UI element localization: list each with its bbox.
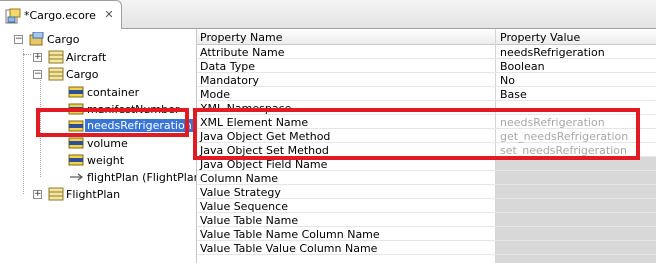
property-name: Value Table Name Column Name [200,228,380,241]
tree-item-label: Aircraft [66,51,107,64]
ecore-file-icon [5,8,21,24]
property-name: Value Sequence [200,200,288,213]
tree-item-flightplan[interactable]: + FlightPlan [33,186,193,204]
expand-icon[interactable]: + [33,190,42,199]
tab-title: *Cargo.ecore [24,9,96,22]
property-name: Value Table Value Column Name [200,242,378,255]
tree-item-cargo[interactable]: − Cargo [33,66,193,84]
tree-item-label: volume [87,137,128,150]
attribute-icon [68,154,84,166]
tree-item-volume[interactable]: volume [68,135,193,153]
property-row[interactable]: Attribute Name needsRefrigeration [197,45,656,59]
tree-item-label: Cargo [47,33,80,46]
tree-item-root[interactable]: − Cargo [14,31,194,49]
property-row[interactable]: Value Strategy [197,185,656,199]
class-icon [48,50,64,64]
tree-item-aircraft[interactable]: + Aircraft [33,49,193,67]
property-row[interactable]: Mandatory No [197,73,656,87]
property-name: Value Strategy [200,186,281,199]
tree-connector [23,49,24,194]
attribute-icon [68,137,84,149]
property-name: Value Table Name [200,214,299,227]
model-tree: − Cargo + Aircraft − Cargo container man… [0,29,205,263]
property-value[interactable]: Base [500,88,527,101]
tree-item-label: flightPlan (FlightPlan) [87,171,205,184]
reference-icon [70,173,83,181]
collapse-icon[interactable]: − [33,70,42,79]
close-icon[interactable]: ✕ [102,8,116,22]
tree-item-flightplan-reference[interactable]: flightPlan (FlightPlan) [68,169,205,187]
class-icon [48,67,64,81]
property-row[interactable]: Value Table Value Column Name [197,241,656,255]
highlight-box-tree [36,108,189,137]
property-name: Attribute Name [200,46,285,59]
property-name: Column Name [200,172,279,185]
package-icon [29,32,44,46]
attribute-icon [68,86,84,98]
property-value[interactable]: needsRefrigeration [500,46,605,59]
editor-tab[interactable]: *Cargo.ecore ✕ [0,0,122,29]
property-name: Data Type [200,60,256,73]
property-name: Mode [200,88,230,101]
property-row[interactable]: Value Table Name Column Name [197,227,656,241]
tree-item-label: Cargo [66,68,99,81]
property-row[interactable]: Data Type Boolean [197,59,656,73]
tree-item-label: container [87,86,140,99]
property-value[interactable]: No [500,74,515,87]
highlight-box-properties [193,108,640,160]
class-icon [48,187,64,201]
tree-item-weight[interactable]: weight [68,152,193,170]
property-value[interactable]: Boolean [500,60,545,73]
collapse-icon[interactable]: − [14,35,23,44]
property-name: Mandatory [200,74,260,87]
tree-item-label: FlightPlan [66,188,121,201]
table-header: Property Name Property Value [197,29,656,45]
editor-tab-bar: *Cargo.ecore ✕ [0,0,656,29]
column-header-name[interactable]: Property Name [200,31,283,44]
expand-icon[interactable]: + [33,53,42,62]
tree-item-label: weight [87,154,125,167]
column-header-value[interactable]: Property Value [500,31,580,44]
property-row[interactable]: Value Sequence [197,199,656,213]
property-row[interactable]: Column Name [197,171,656,185]
property-row[interactable]: Mode Base [197,87,656,101]
tree-connector [23,54,31,55]
tree-item-container[interactable]: container [68,84,193,102]
property-row[interactable]: Value Table Name [197,213,656,227]
